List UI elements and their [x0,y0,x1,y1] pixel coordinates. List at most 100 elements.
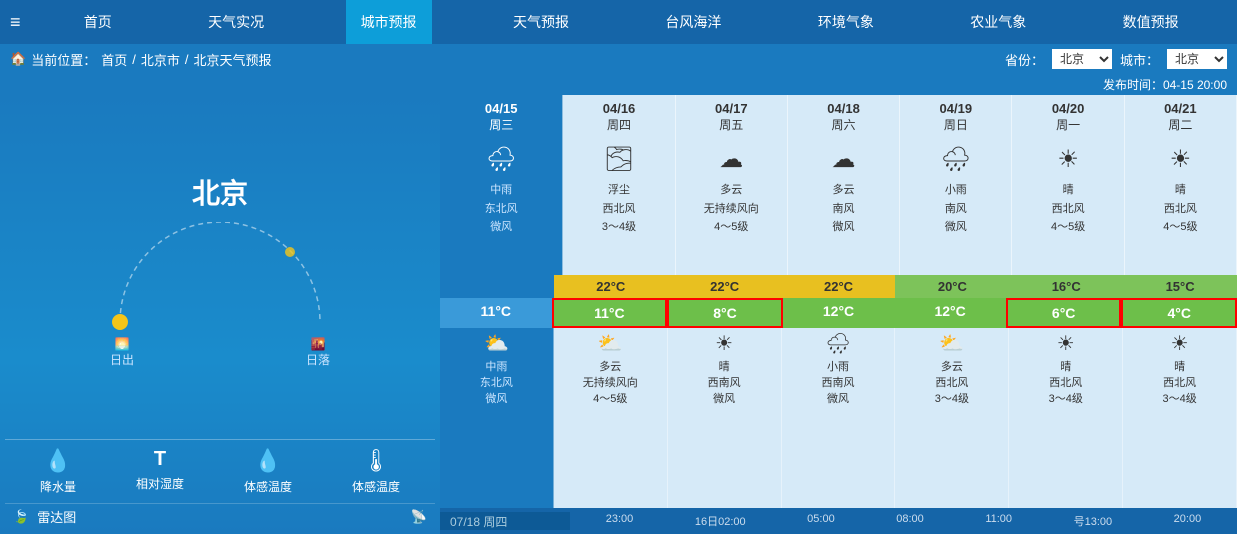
humidity-label: 相对湿度 [136,475,184,492]
rainfall-icon-item[interactable]: 💧 降水量 [40,448,76,495]
day-header: 04/17周五 [676,95,787,139]
breadcrumb-left: 🏠 当前位置： 首页 / 北京市 / 北京天气预报 [10,50,272,69]
sunset-label: 🌇 日落 [306,337,330,368]
weather-desc: 多云 [788,179,899,199]
night-icon: ☀ [715,331,733,356]
day-col-04-15: 04/15周三 🌧 中雨 东北风 微风 [440,95,563,275]
publish-bar: 发布时间：04-15 20:00 [0,74,1237,95]
day-col-04-19: 04/19周日 🌧 小雨 南风 微风 [900,95,1012,275]
nav-environment[interactable]: 环境气象 [803,0,889,44]
city-select[interactable]: 北京 [1167,49,1227,69]
temp-icon: 🌡 [362,448,390,474]
wind-dir: 西北风 [563,199,674,217]
breadcrumb-text: 当前位置： [31,50,96,69]
night-wind-dir: 西南风 [822,374,855,390]
timeline-item-0: 23:00 [606,513,634,529]
night-weather-desc: 晴 [719,358,730,374]
wind-dir: 西北风 [1012,199,1123,217]
night-weather-desc: 晴 [1174,358,1185,374]
night-icon: ⛅ [484,331,509,356]
radar-row: 🍃 雷达图 📡 [5,503,435,529]
weather-icon: ☀ [1012,139,1123,179]
temp-icon-item[interactable]: 🌡 体感温度 [352,448,400,495]
left-panel: 北京 🌅 日出 🌇 日落 💧 [0,95,440,534]
nav-numerical[interactable]: 数值预报 [1108,0,1194,44]
rainfall-label: 降水量 [40,478,76,495]
home-icon: 🏠 [10,51,26,67]
nav-home[interactable]: 首页 [69,0,127,44]
wind-level: 4～5级 [1125,217,1236,235]
wind-dir: 南风 [788,199,899,217]
radar-label[interactable]: 雷达图 [37,507,76,526]
night-wind-dir: 无持续风向 [583,374,638,390]
breadcrumb-home[interactable]: 首页 [101,50,127,69]
night-wind-dir: 西南风 [708,374,741,390]
day-header: 04/19周日 [900,95,1011,139]
low-temp-row: 11°C11°C8°C12°C12°C6°C4°C [440,298,1237,328]
high-temp-5: 16°C [1009,275,1123,298]
timeline-item-2: 05:00 [807,513,835,529]
weather-desc: 晴 [1125,179,1236,199]
night-wind-level: 微风 [827,390,849,406]
weather-desc: 晴 [1012,179,1123,199]
wind-level: 4～5级 [1012,217,1123,235]
top-nav: ≡ 首页 天气实况 城市预报 天气预报 台风海洋 环境气象 农业气象 数值预报 [0,0,1237,44]
night-section: ⛅ 中雨 东北风 微风 ⛅ 多云 无持续风向 4～5级 ☀ 晴 西南风 微风 🌧… [440,328,1237,508]
wind-level: 4～5级 [676,217,787,235]
low-temp-4: 12°C [894,298,1006,328]
high-temp-2: 22°C [668,275,782,298]
night-wind-level: 3～4级 [1162,390,1196,406]
province-label: 省份： [1005,50,1044,69]
timeline-item-4: 11:00 [985,513,1012,529]
menu-icon[interactable]: ≡ [10,12,21,33]
low-temp-2: 8°C [667,298,783,328]
night-col-1: ⛅ 多云 无持续风向 4～5级 [554,328,668,508]
night-col-2: ☀ 晴 西南风 微风 [668,328,782,508]
nav-typhoon[interactable]: 台风海洋 [650,0,736,44]
wind-dir: 无持续风向 [676,199,787,217]
night-wind-level: 3～4级 [1049,390,1083,406]
province-select[interactable]: 北京 [1052,49,1112,69]
weather-icon: 🌧 [900,139,1011,179]
wind-level: 3～4级 [563,217,674,235]
night-col-5: ☀ 晴 西北风 3～4级 [1009,328,1123,508]
timeline-item-1: 16日02:00 [695,513,746,529]
day-col-04-21: 04/21周二 ☀ 晴 西北风 4～5级 [1125,95,1237,275]
wind-level: 微风 [788,217,899,235]
day-header: 04/21周二 [1125,95,1236,139]
night-col-3: 🌧 小雨 西南风 微风 [782,328,896,508]
night-weather-desc: 多云 [599,358,621,374]
night-col-6: ☀ 晴 西北风 3～4级 [1123,328,1237,508]
day-col-04-20: 04/20周一 ☀ 晴 西北风 4～5级 [1012,95,1124,275]
weather-icon: 🌫 [563,139,674,179]
nav-city-forecast[interactable]: 城市预报 [346,0,432,44]
nav-weather-forecast[interactable]: 天气预报 [498,0,584,44]
wind-dir: 南风 [900,199,1011,217]
feel-temp-icon-item[interactable]: 💧 体感温度 [244,448,292,495]
publish-time: 发布时间：04-15 20:00 [1103,78,1227,92]
day-col-04-16: 04/16周四 🌫 浮尘 西北风 3～4级 [563,95,675,275]
city-name: 北京 [192,172,248,212]
sunrise-sunset: 🌅 日出 🌇 日落 [110,337,330,368]
breadcrumb-city[interactable]: 北京市 [141,50,180,69]
timeline-item-3: 08:00 [896,513,924,529]
night-wind-dir: 西北风 [935,374,968,390]
nav-agriculture[interactable]: 农业气象 [955,0,1041,44]
nav-weather-live[interactable]: 天气实况 [193,0,279,44]
humidity-icon-item[interactable]: T 相对湿度 [136,448,184,495]
breadcrumb-bar: 🏠 当前位置： 首页 / 北京市 / 北京天气预报 省份： 北京 城市： 北京 [0,44,1237,74]
night-icon: ⛅ [598,331,623,356]
night-weather-desc: 中雨 [485,358,507,374]
nav-items: 首页 天气实况 城市预报 天气预报 台风海洋 环境气象 农业气象 数值预报 [36,0,1227,44]
low-temp-5: 6°C [1006,298,1122,328]
high-temp-1: 22°C [554,275,668,298]
weather-desc: 浮尘 [563,179,674,199]
timeline-item-6: 20:00 [1174,513,1202,529]
timeline-bar: 07/18 周四 23:0016日02:0005:0008:0011:00号13… [440,508,1237,534]
temp-label: 体感温度 [352,478,400,495]
high-temp-row: 22°C22°C22°C20°C16°C15°C [440,275,1237,298]
night-wind-level: 微风 [485,390,507,406]
weather-desc: 多云 [676,179,787,199]
night-wind-level: 3～4级 [935,390,969,406]
high-temp-0 [440,275,554,298]
